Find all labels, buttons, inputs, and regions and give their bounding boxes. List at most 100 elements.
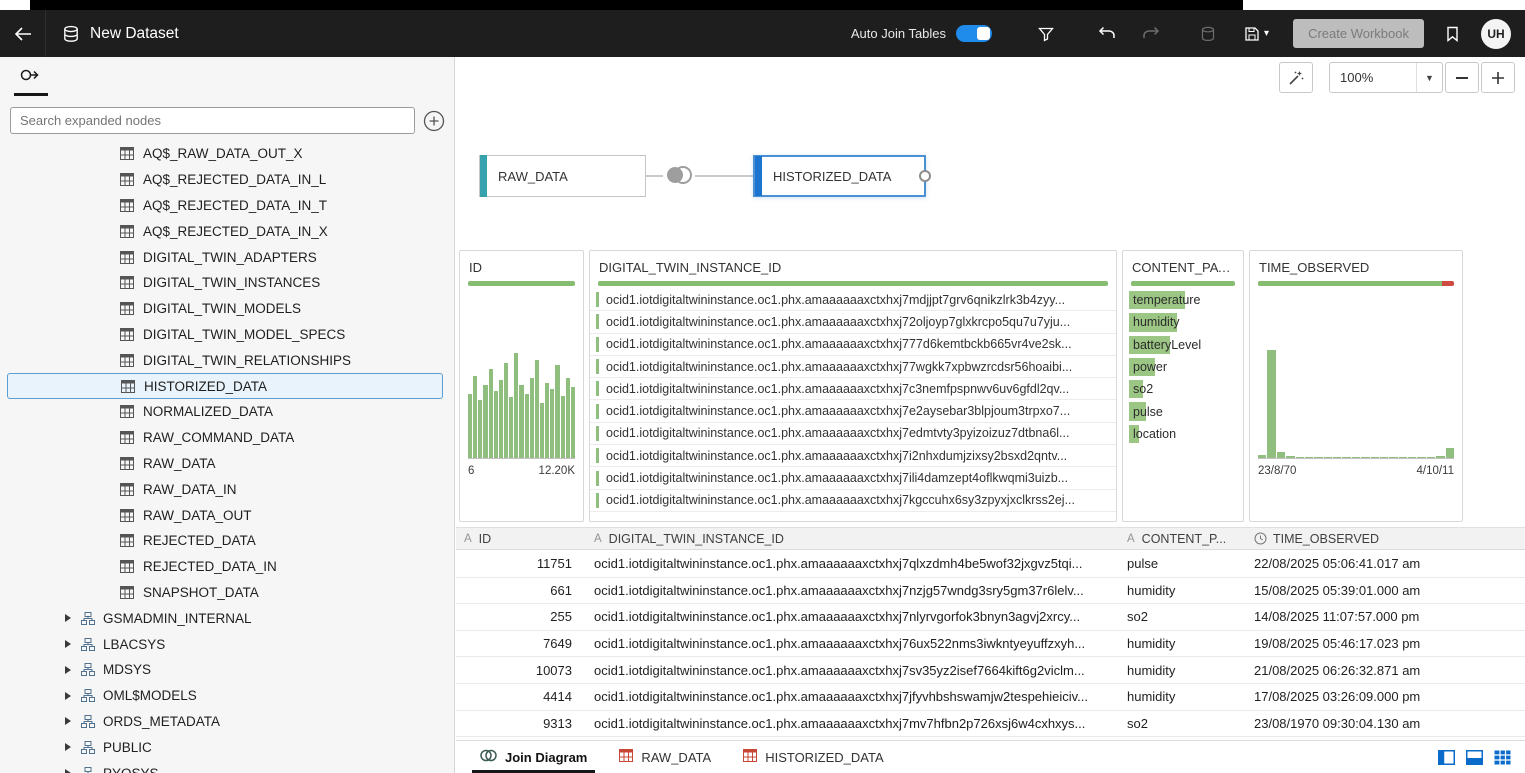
tree-node-snapshot-data[interactable]: SNAPSHOT_DATA: [0, 580, 454, 606]
undo-icon[interactable]: [1098, 26, 1116, 41]
tree-node-public[interactable]: PUBLIC: [0, 734, 454, 760]
quality-bar-row[interactable]: temperature: [1129, 289, 1237, 311]
quality-value-row[interactable]: ocid1.iotdigitaltwininstance.oc1.phx.ama…: [590, 467, 1116, 489]
footer-tab-historized-data[interactable]: HISTORIZED_DATA: [727, 741, 899, 773]
add-node-icon[interactable]: [423, 110, 445, 132]
quality-bar-row[interactable]: humidity: [1129, 311, 1237, 333]
expand-arrow-icon[interactable]: [64, 665, 72, 675]
tree-node-lbacsys[interactable]: LBACSYS: [0, 631, 454, 657]
zoom-select[interactable]: 100% ▼: [1329, 62, 1443, 93]
tree-node-digital-twin-models[interactable]: DIGITAL_TWIN_MODELS: [0, 296, 454, 322]
back-button[interactable]: [0, 10, 46, 57]
table-row[interactable]: 7649ocid1.iotdigitaltwininstance.oc1.phx…: [456, 631, 1525, 658]
quality-bar-row[interactable]: location: [1129, 423, 1237, 445]
expand-arrow-icon[interactable]: [64, 742, 72, 752]
quality-value-row[interactable]: ocid1.iotdigitaltwininstance.oc1.phx.ama…: [590, 289, 1116, 311]
tree-node-digital-twin-adapters[interactable]: DIGITAL_TWIN_ADAPTERS: [0, 244, 454, 270]
histogram-range-labels: 6 12.20K: [468, 465, 575, 477]
auto-arrange-wand-icon[interactable]: [1279, 62, 1313, 93]
tree-node-oml-models[interactable]: OML$MODELS: [0, 683, 454, 709]
tree-node-gsmadmin-internal[interactable]: GSMADMIN_INTERNAL: [0, 605, 454, 631]
expand-arrow-icon[interactable]: [64, 691, 72, 701]
quality-value-row[interactable]: ocid1.iotdigitaltwininstance.oc1.phx.ama…: [590, 490, 1116, 512]
search-input[interactable]: [10, 107, 415, 134]
tree-node-label: ORDS_METADATA: [103, 714, 220, 729]
diagram-node-historized-data[interactable]: HISTORIZED_DATA: [753, 155, 926, 197]
user-avatar[interactable]: UH: [1481, 19, 1511, 49]
column-header-id[interactable]: AID: [456, 528, 586, 549]
cell-digital-twin-instance-id: ocid1.iotdigitaltwininstance.oc1.phx.ama…: [586, 609, 1119, 624]
quality-card-time-observed[interactable]: TIME_OBSERVED 23/8/70 4/10/11: [1249, 250, 1463, 522]
tree-node-mdsys[interactable]: MDSYS: [0, 657, 454, 683]
tree-node-rejected-data[interactable]: REJECTED_DATA: [0, 528, 454, 554]
column-header-time-observed[interactable]: TIME_OBSERVED: [1246, 528, 1525, 549]
save-menu-button[interactable]: ▾: [1244, 26, 1269, 42]
quality-value-row[interactable]: ocid1.iotdigitaltwininstance.oc1.phx.ama…: [590, 445, 1116, 467]
quality-bar-row[interactable]: so2: [1129, 378, 1237, 400]
tree-node-aq-raw-data-out-x[interactable]: AQ$_RAW_DATA_OUT_X: [0, 141, 454, 167]
quality-card-digital-twin-instance-id[interactable]: DIGITAL_TWIN_INSTANCE_ID ocid1.iotdigita…: [589, 250, 1117, 522]
cell-digital-twin-instance-id: ocid1.iotdigitaltwininstance.oc1.phx.ama…: [586, 716, 1119, 731]
quality-card-id[interactable]: ID 6 12.20K: [459, 250, 584, 522]
tree-node-rejected-data-in[interactable]: REJECTED_DATA_IN: [0, 554, 454, 580]
zoom-in-button[interactable]: [1481, 62, 1515, 93]
quality-value-row[interactable]: ocid1.iotdigitaltwininstance.oc1.phx.ama…: [590, 311, 1116, 333]
tree-node-raw-command-data[interactable]: RAW_COMMAND_DATA: [0, 425, 454, 451]
tree-node-raw-data-in[interactable]: RAW_DATA_IN: [0, 476, 454, 502]
tree-node-digital-twin-instances[interactable]: DIGITAL_TWIN_INSTANCES: [0, 270, 454, 296]
column-header-digital-twin-instance-id[interactable]: ADIGITAL_TWIN_INSTANCE_ID: [586, 528, 1119, 549]
attribute-type-icon: A: [594, 533, 602, 545]
table-row[interactable]: 4414ocid1.iotdigitaltwininstance.oc1.phx…: [456, 684, 1525, 711]
tree-node-digital-twin-relationships[interactable]: DIGITAL_TWIN_RELATIONSHIPS: [0, 347, 454, 373]
expand-arrow-icon[interactable]: [64, 639, 72, 649]
quality-value-row[interactable]: ocid1.iotdigitaltwininstance.oc1.phx.ama…: [590, 334, 1116, 356]
redo-icon[interactable]: [1142, 26, 1160, 41]
tree-node-historized-data[interactable]: HISTORIZED_DATA: [7, 373, 443, 399]
grid-layout-icon[interactable]: [1494, 750, 1511, 765]
quality-value-row[interactable]: ocid1.iotdigitaltwininstance.oc1.phx.ama…: [590, 423, 1116, 445]
dataset-actions-icon[interactable]: [1200, 26, 1216, 42]
connections-tab-icon[interactable]: [14, 57, 48, 96]
quality-value-row[interactable]: ocid1.iotdigitaltwininstance.oc1.phx.ama…: [590, 378, 1116, 400]
tree-node-aq-rejected-data-in-x[interactable]: AQ$_REJECTED_DATA_IN_X: [0, 218, 454, 244]
table-row[interactable]: 255ocid1.iotdigitaltwininstance.oc1.phx.…: [456, 604, 1525, 631]
quality-value-row[interactable]: ocid1.iotdigitaltwininstance.oc1.phx.ama…: [590, 400, 1116, 422]
node-label: RAW_DATA: [480, 169, 568, 184]
quality-bar-row[interactable]: batteryLevel: [1129, 334, 1237, 356]
footer-tab-raw-data[interactable]: RAW_DATA: [603, 741, 727, 773]
quality-bar-row[interactable]: pulse: [1129, 400, 1237, 422]
split-bottom-layout-icon[interactable]: [1466, 750, 1483, 765]
quality-value-row[interactable]: ocid1.iotdigitaltwininstance.oc1.phx.ama…: [590, 356, 1116, 378]
expand-arrow-icon[interactable]: [64, 716, 72, 726]
diagram-node-raw-data[interactable]: RAW_DATA: [479, 155, 646, 197]
column-header-content-p[interactable]: ACONTENT_P...: [1119, 528, 1246, 549]
table-row[interactable]: 661ocid1.iotdigitaltwininstance.oc1.phx.…: [456, 578, 1525, 605]
tree-node-normalized-data[interactable]: NORMALIZED_DATA: [0, 399, 454, 425]
tree-node-label: GSMADMIN_INTERNAL: [103, 611, 252, 626]
quality-card-content-path[interactable]: CONTENT_PATH temperaturehumiditybatteryL…: [1122, 250, 1244, 522]
tree-node-ords-metadata[interactable]: ORDS_METADATA: [0, 709, 454, 735]
tree-node-aq-rejected-data-in-l[interactable]: AQ$_REJECTED_DATA_IN_L: [0, 167, 454, 193]
tree-node-raw-data[interactable]: RAW_DATA: [0, 451, 454, 477]
join-icon[interactable]: [663, 163, 695, 187]
table-row[interactable]: 11751ocid1.iotdigitaltwininstance.oc1.ph…: [456, 551, 1525, 578]
node-connection-handle[interactable]: [919, 170, 931, 182]
tree-node-aq-rejected-data-in-t[interactable]: AQ$_REJECTED_DATA_IN_T: [0, 193, 454, 219]
bookmark-icon[interactable]: [1446, 26, 1459, 42]
create-workbook-button[interactable]: Create Workbook: [1293, 19, 1424, 48]
expand-arrow-icon[interactable]: [64, 613, 72, 623]
tree-node-label: AQ$_RAW_DATA_OUT_X: [143, 146, 303, 161]
quality-bar-row[interactable]: power: [1129, 356, 1237, 378]
expand-arrow-icon[interactable]: [64, 768, 72, 773]
tree-node-digital-twin-model-specs[interactable]: DIGITAL_TWIN_MODEL_SPECS: [0, 322, 454, 348]
footer-tab-join-diagram[interactable]: Join Diagram: [464, 741, 603, 773]
tree-node-raw-data-out[interactable]: RAW_DATA_OUT: [0, 502, 454, 528]
filter-icon[interactable]: [1038, 26, 1054, 42]
tree-node-pyqsys[interactable]: PYQSYS: [0, 760, 454, 773]
chevron-down-icon[interactable]: ▼: [1416, 63, 1442, 92]
auto-join-toggle[interactable]: [956, 25, 992, 42]
zoom-out-button[interactable]: [1445, 62, 1479, 93]
table-row[interactable]: 9313ocid1.iotdigitaltwininstance.oc1.phx…: [456, 711, 1525, 738]
table-row[interactable]: 10073ocid1.iotdigitaltwininstance.oc1.ph…: [456, 657, 1525, 684]
split-left-layout-icon[interactable]: [1438, 750, 1455, 765]
